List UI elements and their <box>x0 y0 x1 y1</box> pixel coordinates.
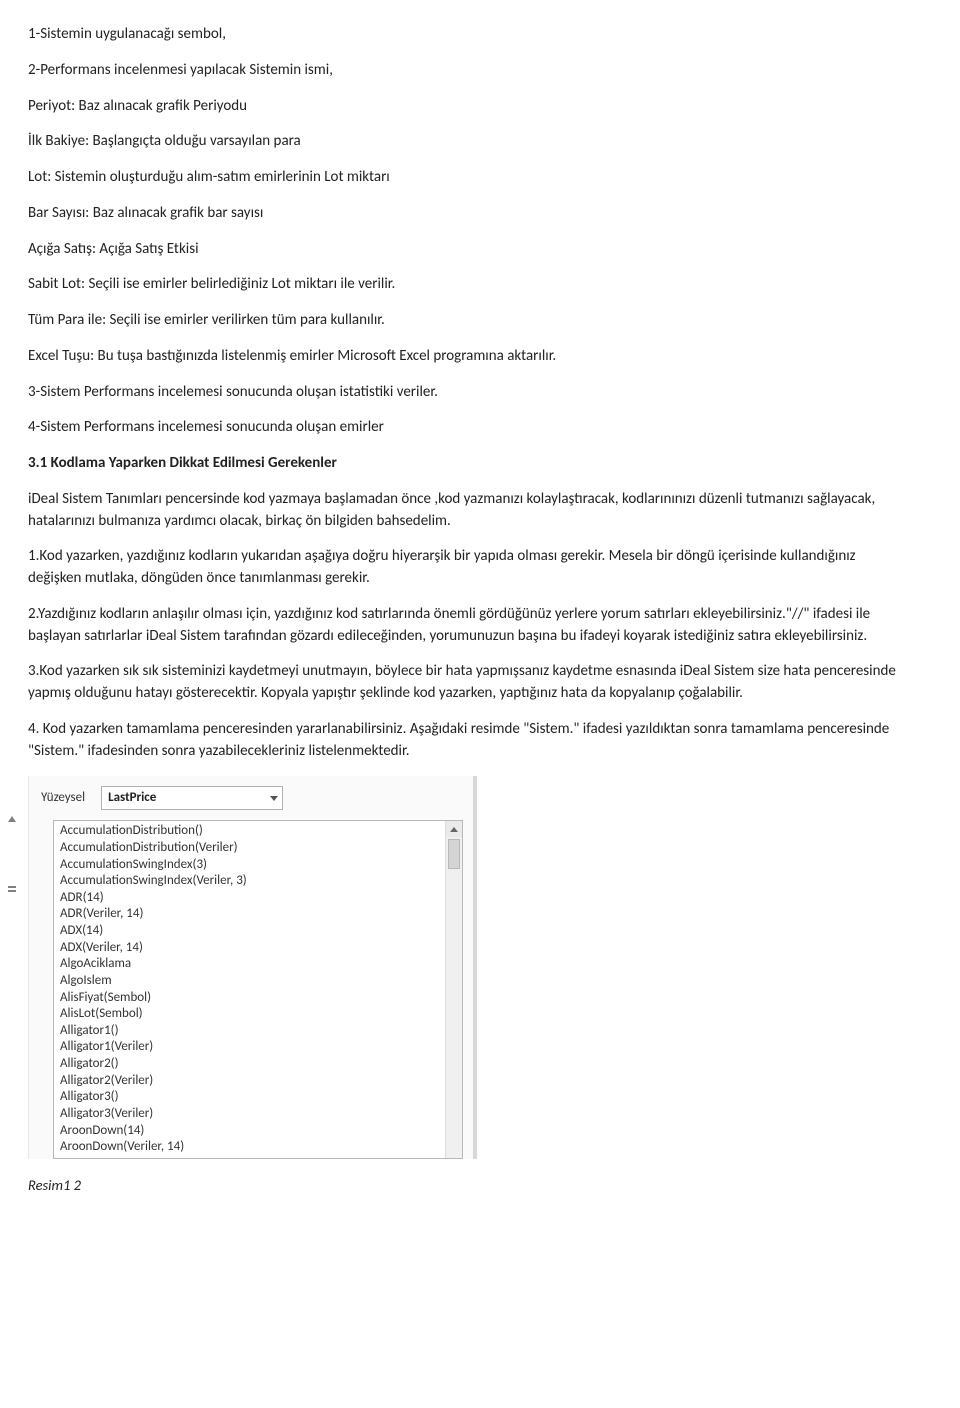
figure-caption: Resim1 2 <box>28 1175 912 1196</box>
para-13: iDeal Sistem Tanımları pencersinde kod y… <box>28 489 912 533</box>
completion-panel: Yüzeysel LastPrice AccumulationDistribut… <box>28 776 477 1159</box>
para-8: Sabit Lot: Seçili ise emirler belirlediğ… <box>28 274 912 296</box>
field-select-value: LastPrice <box>108 789 156 808</box>
para-4: İlk Bakiye: Başlangıçta olduğu varsayıla… <box>28 131 912 153</box>
para-3: Periyot: Baz alınacak grafik Periyodu <box>28 96 912 118</box>
completion-list[interactable]: AccumulationDistribution()AccumulationDi… <box>54 821 462 1158</box>
para-5: Lot: Sistemin oluşturduğu alım-satım emi… <box>28 167 912 189</box>
completion-item[interactable]: ADR(14) <box>60 890 458 907</box>
scroll-up-button[interactable] <box>446 821 462 837</box>
scroll-thumb[interactable] <box>448 839 460 869</box>
para-6: Bar Sayısı: Baz alınacak grafik bar sayı… <box>28 203 912 225</box>
para-10: Excel Tuşu: Bu tuşa bastığınızda listele… <box>28 346 912 368</box>
completion-item[interactable]: AlisLot(Sembol) <box>60 1006 458 1023</box>
completion-item[interactable]: Alligator3() <box>60 1089 458 1106</box>
gutter-lines-icon <box>8 886 16 892</box>
gutter-caret-icon <box>8 816 16 822</box>
heading-3-1: 3.1 Kodlama Yaparken Dikkat Edilmesi Ger… <box>28 453 912 475</box>
completion-item[interactable]: AroonDown(Veriler, 14) <box>60 1139 458 1156</box>
chevron-down-icon <box>270 796 278 801</box>
para-2: 2-Performans incelenmesi yapılacak Siste… <box>28 60 912 82</box>
completion-item[interactable]: Alligator1(Veriler) <box>60 1039 458 1056</box>
para-7: Açığa Satış: Açığa Satış Etkisi <box>28 239 912 261</box>
completion-list-container: AccumulationDistribution()AccumulationDi… <box>53 820 463 1159</box>
completion-item[interactable]: Alligator2() <box>60 1056 458 1073</box>
para-17: 4. Kod yazarken tamamlama penceresinden … <box>28 719 912 763</box>
completion-item[interactable]: AccumulationDistribution(Veriler) <box>60 840 458 857</box>
completion-item[interactable]: AccumulationDistribution() <box>60 823 458 840</box>
scrollbar[interactable] <box>445 821 462 1158</box>
editor-gutter <box>2 816 22 892</box>
completion-item[interactable]: AccumulationSwingIndex(3) <box>60 857 458 874</box>
completion-item[interactable]: AroonDown(14) <box>60 1123 458 1140</box>
completion-item[interactable]: ADR(Veriler, 14) <box>60 906 458 923</box>
para-15: 2.Yazdığınız kodların anlaşılır olması i… <box>28 604 912 648</box>
para-14: 1.Kod yazarken, yazdığınız kodların yuka… <box>28 546 912 590</box>
para-11: 3-Sistem Performans incelemesi sonucunda… <box>28 382 912 404</box>
completion-item[interactable]: ADX(14) <box>60 923 458 940</box>
para-9: Tüm Para ile: Seçili ise emirler verilir… <box>28 310 912 332</box>
completion-item[interactable]: AlgoIslem <box>60 973 458 990</box>
completion-item[interactable]: AlgoAciklama <box>60 956 458 973</box>
completion-item[interactable]: AlisFiyat(Sembol) <box>60 990 458 1007</box>
completion-item[interactable]: Alligator3(Veriler) <box>60 1106 458 1123</box>
para-12: 4-Sistem Performans incelemesi sonucunda… <box>28 417 912 439</box>
completion-item[interactable]: AccumulationSwingIndex(Veriler, 3) <box>60 873 458 890</box>
para-16: 3.Kod yazarken sık sık sisteminizi kayde… <box>28 661 912 705</box>
field-select[interactable]: LastPrice <box>101 786 283 810</box>
depth-label: Yüzeysel <box>41 789 85 808</box>
completion-item[interactable]: Alligator2(Veriler) <box>60 1073 458 1090</box>
para-1: 1-Sistemin uygulanacağı sembol, <box>28 24 912 46</box>
completion-item[interactable]: ADX(Veriler, 14) <box>60 940 458 957</box>
completion-item[interactable]: Alligator1() <box>60 1023 458 1040</box>
